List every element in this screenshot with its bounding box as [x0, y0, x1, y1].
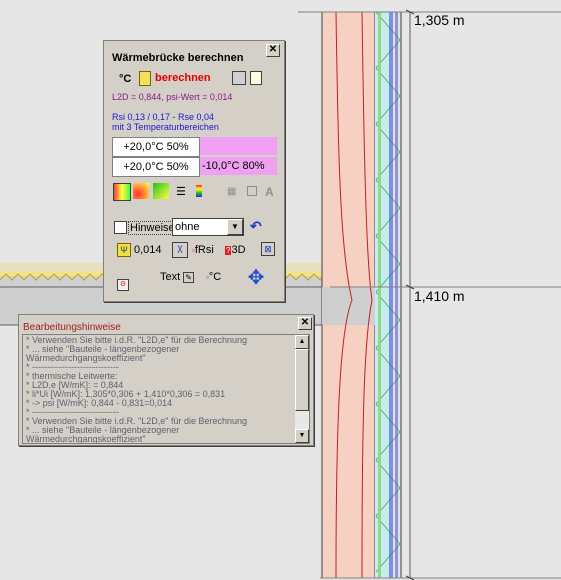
temperature-cell-empty[interactable]	[200, 137, 277, 155]
chart-icon[interactable]: ⊠	[261, 242, 275, 256]
isotherm-icon[interactable]	[133, 183, 149, 199]
celsius-button[interactable]: ▫°C	[206, 271, 221, 283]
settings-icon[interactable]: ⚙	[117, 279, 129, 291]
square-icon[interactable]	[247, 186, 257, 196]
psi-value: 0,014	[134, 244, 162, 256]
rsi-line: Rsi 0,13 / 0,17 - Rse 0,04	[112, 112, 215, 122]
chevron-down-icon[interactable]: ▼	[227, 219, 243, 235]
heatflow-icon[interactable]	[153, 183, 169, 199]
text-size-icon[interactable]: A	[265, 185, 274, 199]
hints-checkbox-label[interactable]: Hinweise	[128, 221, 177, 235]
undo-icon[interactable]: ↶	[250, 218, 262, 235]
frsi-label: fRsi	[194, 244, 214, 256]
celsius-label: °C	[208, 271, 222, 283]
editing-hints-dialog: Bearbeitungshinweise ✕ * Verwenden Sie b…	[18, 314, 314, 446]
calculate-button[interactable]: berechnen	[155, 72, 211, 84]
export-icon[interactable]: χ	[172, 242, 188, 258]
dialog-titlebar[interactable]: Wärmebrücke berechnen	[104, 41, 284, 67]
vertical-scrollbar[interactable]: ▲ ▼	[295, 335, 309, 443]
dimension-label-top: 1,305 m	[414, 12, 465, 28]
print-icon[interactable]	[232, 71, 246, 85]
hints-text-area[interactable]: * Verwenden Sie bitte i.d.R. "L2D,e" für…	[22, 334, 310, 444]
three-d-label: 3D	[231, 244, 246, 256]
temperature-cell-3[interactable]: -10,0°C 80%	[200, 157, 277, 175]
unit-label[interactable]: °C	[119, 73, 131, 85]
dimension-label-bottom: 1,410 m	[414, 288, 465, 304]
hints-dialog-title: Bearbeitungshinweise	[23, 322, 121, 333]
result-line: L2D = 0,844, psi-Wert = 0,014	[112, 92, 233, 102]
list-icon[interactable]: ☰	[176, 185, 192, 201]
legend-icon[interactable]	[196, 185, 202, 197]
grid-icon[interactable]: ▦	[227, 186, 237, 197]
temp-ranges-line: mit 3 Temperaturbereichen	[112, 122, 219, 132]
hints-line: Wärmedurchgangskoeffizient"	[26, 434, 146, 444]
thermal-bridge-dialog: Wärmebrücke berechnen ✕ °C berechnen L2D…	[103, 40, 285, 302]
text-button[interactable]: Text ✎	[160, 271, 194, 283]
copy-icon[interactable]	[250, 71, 262, 85]
text-label: Text	[160, 271, 181, 283]
temperature-cell-1[interactable]: +20,0°C 50%	[112, 137, 200, 157]
frsi-button[interactable]: ▫fRsi	[192, 244, 214, 256]
scroll-down-button[interactable]: ▼	[295, 429, 309, 443]
calculator-icon[interactable]	[139, 71, 151, 86]
hints-checkbox[interactable]	[114, 221, 127, 234]
move-icon[interactable]: ✥	[244, 267, 268, 291]
scroll-up-button[interactable]: ▲	[295, 335, 309, 349]
psi-icon[interactable]: Ψ	[117, 243, 131, 257]
dialog-title: Wärmebrücke berechnen	[112, 52, 244, 64]
hints-close-button[interactable]: ✕	[298, 317, 312, 330]
option-combobox[interactable]: ohne ▼	[172, 218, 244, 236]
temperature-cell-2[interactable]: +20,0°C 50%	[112, 157, 200, 177]
combo-value: ohne	[175, 221, 200, 233]
three-d-button[interactable]: ?3D	[225, 244, 246, 256]
text-edit-icon: ✎	[183, 272, 194, 283]
scroll-thumb[interactable]	[295, 349, 309, 411]
color-scale-icon[interactable]	[113, 183, 131, 201]
close-button[interactable]: ✕	[266, 44, 280, 57]
